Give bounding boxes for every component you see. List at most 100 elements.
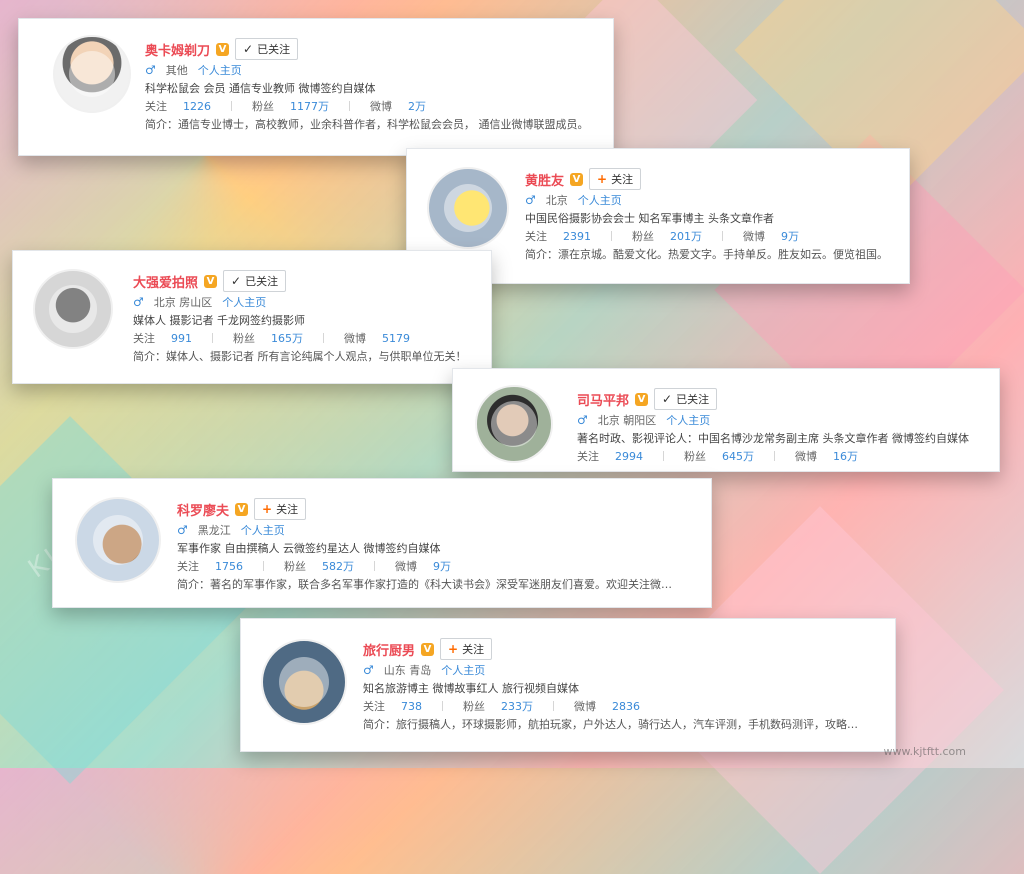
verified-badge-icon: V [635, 392, 649, 406]
verified-badge-icon: V [204, 274, 218, 288]
tags: 科学松鼠会 会员 通信专业教师 微博签约自媒体 [145, 82, 376, 95]
verified-badge-icon: V [235, 502, 249, 516]
homepage-link[interactable]: 个人主页 [198, 62, 242, 78]
bio: 简介：通信专业博士，高校教师，业余科普作者，科学松鼠会会员， 通信业微博联盟成员… [145, 118, 589, 131]
following-count[interactable]: 738 [401, 700, 422, 713]
check-icon: ✓ [231, 274, 242, 288]
follow-button-label: 已关注 [245, 275, 279, 288]
verified-badge-icon: V [216, 42, 230, 56]
male-icon: ♂ [145, 63, 156, 77]
following-label: 关注 [363, 700, 385, 713]
site-watermark: www.kjtftt.com [883, 745, 966, 758]
homepage-link[interactable]: 个人主页 [222, 294, 266, 310]
fans-label: 粉丝 [233, 332, 255, 345]
follow-button-label: 已关注 [676, 393, 710, 406]
follow-button[interactable]: ✓ 已关注 [235, 38, 299, 60]
fans-count[interactable]: 645万 [722, 448, 754, 464]
location: 其他 [165, 64, 188, 77]
divider [611, 231, 612, 241]
bio: 简介：著名的军事作家，联合多名军事作家打造的《科大读书会》深受军迷朋友们喜爱。欢… [177, 578, 672, 591]
stats-row: 关注 2994 粉丝 645万 微博 16万 [577, 447, 969, 465]
following-label: 关注 [133, 332, 155, 345]
fans-count[interactable]: 582万 [322, 558, 354, 574]
location: 黑龙江 [197, 524, 231, 537]
homepage-link[interactable]: 个人主页 [441, 662, 485, 678]
bio: 简介：旅行摄稿人，环球摄影师，航拍玩家，户外达人，骑行达人，汽车评测，手机数码测… [363, 718, 858, 731]
posts-count[interactable]: 2万 [408, 98, 426, 114]
user-name[interactable]: 旅行厨男 [363, 640, 415, 659]
avatar-face-icon [69, 51, 115, 97]
follow-button[interactable]: ✓ 已关注 [223, 270, 287, 292]
following-count[interactable]: 2391 [563, 230, 591, 243]
check-icon: ✓ [662, 392, 673, 406]
avatar[interactable] [475, 385, 553, 463]
stats-row: 关注 1226 粉丝 1177万 微博 2万 [145, 97, 605, 115]
plus-icon: + [597, 172, 608, 186]
divider [663, 451, 664, 461]
divider [231, 101, 232, 111]
posts-label: 微博 [344, 332, 366, 345]
tags: 媒体人 摄影记者 千龙网签约摄影师 [133, 314, 305, 327]
user-name[interactable]: 大强爱拍照 [133, 272, 198, 291]
posts-count[interactable]: 16万 [833, 448, 858, 464]
homepage-link[interactable]: 个人主页 [241, 522, 285, 538]
following-count[interactable]: 2994 [615, 450, 643, 463]
tags: 中国民俗摄影协会会士 知名军事博主 头条文章作者 [525, 212, 774, 225]
verified-badge-icon: V [570, 172, 584, 186]
following-count[interactable]: 1226 [183, 100, 211, 113]
tags: 知名旅游博主 微博故事红人 旅行视频自媒体 [363, 682, 579, 695]
follow-button-label: 关注 [276, 503, 299, 516]
tags: 著名时政、影视评论人：中国名博沙龙常务副主席 头条文章作者 微博签约自媒体 [577, 432, 969, 445]
bio: 简介：媒体人、摄影记者 所有言论纯属个人观点，与供职单位无关！ [133, 350, 467, 363]
avatar[interactable] [427, 167, 509, 249]
avatar[interactable] [75, 497, 161, 583]
divider [442, 701, 443, 711]
profile-card: 奥卡姆剃刀 V ✓ 已关注 ♂ 其他 个人主页 科学松鼠会 会员 通信专业教师 … [18, 18, 614, 156]
fans-label: 粉丝 [463, 700, 485, 713]
following-count[interactable]: 1756 [215, 560, 243, 573]
fans-count[interactable]: 233万 [501, 698, 533, 714]
homepage-link[interactable]: 个人主页 [578, 192, 622, 208]
posts-label: 微博 [743, 230, 765, 243]
avatar[interactable] [33, 269, 113, 349]
follow-button-label: 关注 [462, 643, 485, 656]
following-label: 关注 [145, 100, 167, 113]
check-icon: ✓ [243, 42, 254, 56]
user-name[interactable]: 科罗廖夫 [177, 500, 229, 519]
following-count[interactable]: 991 [171, 332, 192, 345]
male-icon: ♂ [525, 193, 536, 207]
user-name[interactable]: 黄胜友 [525, 170, 564, 189]
divider [263, 561, 264, 571]
bio: 简介：漂在京城。酷爱文化。热爱文字。手持单反。胜友如云。便览祖国。 [525, 248, 888, 261]
stats-row: 关注 738 粉丝 233万 微博 2836 [363, 697, 873, 715]
follow-button[interactable]: + 关注 [254, 498, 307, 520]
posts-label: 微博 [574, 700, 596, 713]
fans-count[interactable]: 165万 [271, 330, 303, 346]
fans-label: 粉丝 [684, 450, 706, 463]
avatar[interactable] [261, 639, 347, 725]
plus-icon: + [262, 502, 273, 516]
posts-count[interactable]: 9万 [781, 228, 799, 244]
posts-count[interactable]: 5179 [382, 332, 410, 345]
location: 山东 青岛 [383, 664, 432, 677]
avatar[interactable] [53, 35, 131, 113]
user-name[interactable]: 奥卡姆剃刀 [145, 40, 210, 59]
fans-count[interactable]: 1177万 [290, 98, 329, 114]
posts-count[interactable]: 2836 [612, 700, 640, 713]
profile-card: 司马平邦 V ✓ 已关注 ♂ 北京 朝阳区 个人主页 著名时政、影视评论人：中国… [452, 368, 1000, 472]
user-name[interactable]: 司马平邦 [577, 390, 629, 409]
male-icon: ♂ [177, 523, 188, 537]
divider [349, 101, 350, 111]
male-icon: ♂ [363, 663, 374, 677]
male-icon: ♂ [577, 413, 588, 427]
homepage-link[interactable]: 个人主页 [666, 412, 710, 428]
fans-count[interactable]: 201万 [670, 228, 702, 244]
follow-button[interactable]: ✓ 已关注 [654, 388, 718, 410]
divider [553, 701, 554, 711]
posts-count[interactable]: 9万 [433, 558, 451, 574]
follow-button[interactable]: + 关注 [589, 168, 642, 190]
location: 北京 朝阳区 [597, 414, 657, 427]
follow-button[interactable]: + 关注 [440, 638, 493, 660]
location: 北京 房山区 [153, 296, 213, 309]
posts-label: 微博 [795, 450, 817, 463]
